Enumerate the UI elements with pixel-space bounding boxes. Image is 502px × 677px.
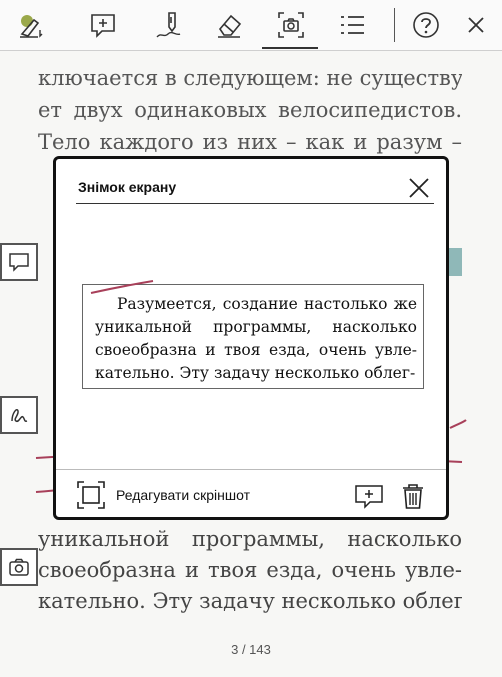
book-line: уникальной программы, насколько <box>38 527 462 551</box>
add-note-icon[interactable] <box>354 481 384 511</box>
add-note-button[interactable] <box>84 6 122 44</box>
note-marker[interactable] <box>0 243 38 281</box>
book-line: кательно. Эту задачу несколько облег- <box>38 589 462 613</box>
scribble-icon <box>11 409 28 423</box>
screenshot-marker[interactable] <box>0 548 38 586</box>
pen-icon <box>156 12 181 38</box>
comment-icon <box>9 253 29 272</box>
eraser-button[interactable] <box>210 6 248 44</box>
highlighter-icon <box>20 15 43 38</box>
edit-screenshot-label: Редагувати скріншот <box>116 487 251 503</box>
pen-button[interactable] <box>150 6 188 44</box>
close-icon[interactable] <box>406 175 432 201</box>
screenshot-button[interactable] <box>272 6 310 44</box>
edit-screenshot-button[interactable]: Редагувати скріншот <box>76 479 250 511</box>
screenshot-line: Разумеется, создание настолько же <box>117 295 417 313</box>
book-line: ет двух одинаковых велосипедистов. <box>38 98 462 122</box>
dialog-title-divider <box>76 203 434 204</box>
help-icon <box>413 12 439 38</box>
screenshot-preview: Разумеется, создание настолько же уникал… <box>82 280 424 389</box>
camera-icon <box>9 558 29 576</box>
reader-toolbar <box>0 0 502 51</box>
close-icon <box>468 17 484 33</box>
screenshot-dialog: Знімок екрану Разумеется, создание насто… <box>53 156 449 520</box>
page-indicator: 3 / 143 <box>231 642 271 657</box>
highlighter-button[interactable] <box>12 6 50 44</box>
delete-icon[interactable] <box>398 481 428 511</box>
screenshot-text: Разумеется, создание настолько же уникал… <box>95 293 417 385</box>
help-button[interactable] <box>407 6 445 44</box>
add-note-icon <box>91 14 115 38</box>
book-text-top: ключается в следующем: не существу- ет д… <box>38 62 462 158</box>
book-line: Тело каждого из них – как и разум – <box>38 130 462 154</box>
close-reader-button[interactable] <box>457 6 495 44</box>
dialog-footer-divider <box>56 469 446 470</box>
handwriting-marker[interactable] <box>0 396 38 434</box>
book-line: ключается в следующем: не существу- <box>38 66 462 90</box>
screenshot-line: своеобразна и твоя езда, очень увле- <box>95 341 417 359</box>
screenshot-icon <box>278 12 304 38</box>
crop-frame-icon <box>77 481 105 509</box>
active-tool-indicator <box>262 47 318 49</box>
list-icon <box>341 16 364 34</box>
eraser-icon <box>218 14 242 38</box>
toolbar-divider <box>394 8 395 42</box>
dialog-title: Знімок екрану <box>78 179 177 195</box>
screenshot-line: кательно. Эту задачу несколько облег- <box>95 364 416 382</box>
screenshot-line: уникальной программы, насколько <box>95 318 417 336</box>
contents-list-button[interactable] <box>333 6 371 44</box>
book-line: своеобразна и твоя езда, очень увле- <box>38 558 462 582</box>
book-text-bottom: уникальной программы, насколько своеобра… <box>38 524 462 617</box>
